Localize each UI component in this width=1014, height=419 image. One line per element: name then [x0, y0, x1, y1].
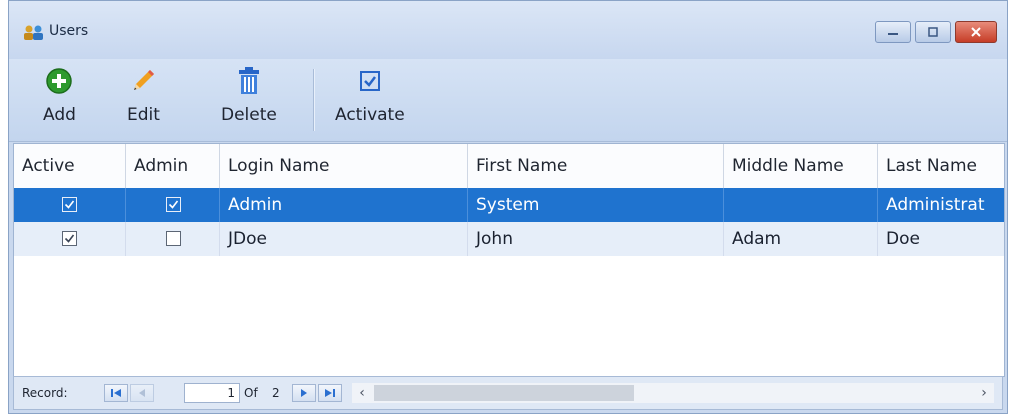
first-name-cell[interactable]: John [468, 222, 724, 256]
column-header-admin[interactable]: Admin [126, 144, 220, 188]
first-record-icon [111, 389, 121, 397]
title-bar[interactable]: Users [9, 1, 1007, 59]
check-icon [168, 200, 179, 209]
pencil-icon [134, 70, 155, 90]
edit-label: Edit [127, 105, 160, 125]
admin-cell[interactable] [126, 222, 220, 256]
login-name-cell[interactable]: JDoe [220, 222, 468, 256]
middle-name-cell[interactable]: Adam [724, 222, 878, 256]
grid-header: Active Admin Login Name First Name Middl… [14, 144, 1004, 189]
column-header-last-name[interactable]: Last Name [878, 144, 1004, 188]
scroll-right-icon[interactable]: › [974, 383, 994, 403]
users-grid: Active Admin Login Name First Name Middl… [13, 143, 1005, 377]
admin-checkbox[interactable] [166, 197, 181, 212]
edit-button[interactable]: Edit [127, 65, 160, 135]
login-name-cell[interactable]: Admin [220, 188, 468, 222]
minimize-icon [888, 33, 898, 35]
add-icon [46, 68, 73, 94]
add-button[interactable]: Add [43, 65, 76, 135]
minimize-button[interactable] [875, 21, 911, 43]
delete-button[interactable]: Delete [221, 65, 277, 135]
record-label: Record: [22, 386, 68, 400]
maximize-icon [928, 27, 938, 37]
table-row[interactable]: Admin System Administrat [14, 188, 1004, 222]
users-app-icon [24, 25, 43, 40]
check-icon [64, 234, 75, 243]
first-name-cell[interactable]: System [468, 188, 724, 222]
middle-name-cell[interactable] [724, 188, 878, 222]
admin-checkbox[interactable] [166, 231, 181, 246]
column-header-middle-name[interactable]: Middle Name [724, 144, 878, 188]
trash-icon [238, 67, 259, 94]
admin-cell[interactable] [126, 188, 220, 222]
current-record-input[interactable]: 1 [184, 383, 240, 403]
scrollbar-thumb[interactable] [374, 385, 634, 401]
first-record-button[interactable] [104, 384, 128, 402]
previous-record-icon [139, 389, 145, 397]
active-cell[interactable] [14, 222, 126, 256]
window-title: Users [49, 23, 89, 39]
activate-button[interactable]: Activate [335, 65, 405, 135]
last-name-cell[interactable]: Doe [878, 222, 1004, 256]
total-records: 2 [272, 386, 280, 400]
users-window: Users Add Edit Delete Activate Active Ad… [8, 0, 1008, 414]
previous-record-button[interactable] [130, 384, 154, 402]
maximize-button[interactable] [915, 21, 951, 43]
toolbar-separator [313, 69, 314, 131]
window-controls [875, 21, 997, 43]
close-button[interactable] [955, 21, 997, 43]
check-icon [64, 200, 75, 209]
column-header-login-name[interactable]: Login Name [220, 144, 468, 188]
next-record-button[interactable] [292, 384, 316, 402]
record-navigator: Record: 1 Of 2 ‹ › [13, 376, 1003, 410]
checkbox-checked-icon [359, 71, 380, 91]
activate-label: Activate [335, 105, 405, 125]
last-name-cell[interactable]: Administrat [878, 188, 1004, 222]
last-record-icon [325, 389, 335, 397]
table-row[interactable]: JDoe John Adam Doe [14, 222, 1004, 256]
add-label: Add [43, 105, 76, 125]
toolbar: Add Edit Delete Activate [9, 59, 1007, 142]
next-record-icon [301, 389, 307, 397]
of-label: Of [244, 386, 258, 400]
delete-label: Delete [221, 105, 277, 125]
last-record-button[interactable] [318, 384, 342, 402]
scroll-left-icon[interactable]: ‹ [352, 383, 372, 403]
column-header-first-name[interactable]: First Name [468, 144, 724, 188]
horizontal-scrollbar[interactable]: ‹ › [352, 383, 994, 403]
active-cell[interactable] [14, 188, 126, 222]
active-checkbox[interactable] [62, 231, 77, 246]
active-checkbox[interactable] [62, 197, 77, 212]
close-icon [971, 27, 981, 37]
column-header-active[interactable]: Active [14, 144, 126, 188]
